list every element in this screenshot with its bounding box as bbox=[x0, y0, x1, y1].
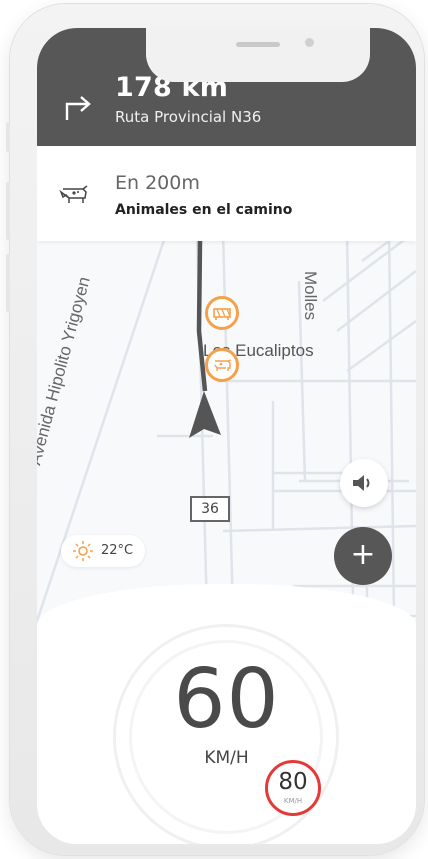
route-number-badge: 36 bbox=[190, 496, 230, 522]
current-speed: 60 bbox=[173, 652, 280, 747]
animal-marker[interactable] bbox=[205, 348, 239, 382]
speaker-icon bbox=[353, 475, 370, 491]
volume-down-button bbox=[6, 254, 10, 312]
cow-icon bbox=[214, 359, 232, 371]
speed-unit: KM/H bbox=[204, 748, 249, 768]
street-label-molles: Molles bbox=[301, 271, 320, 321]
speed-limit-value: 80 bbox=[278, 769, 308, 795]
weather-chip[interactable]: 22°C bbox=[61, 535, 145, 567]
alert-distance: En 200m bbox=[115, 172, 200, 194]
navigation-arrow-icon bbox=[189, 391, 221, 438]
app-screen: Avenida Hipolito Yrigoyen Molles Los Euc… bbox=[37, 28, 416, 844]
speed-limit-unit: KM/H bbox=[283, 797, 303, 805]
speedometer-panel: 60 KM/H 80 KM/H bbox=[37, 584, 416, 844]
speed-limit-sign: 80 KM/H bbox=[265, 760, 321, 816]
notch bbox=[146, 28, 370, 82]
sun-icon bbox=[73, 541, 93, 561]
front-camera bbox=[305, 38, 314, 47]
mute-switch bbox=[6, 122, 10, 152]
temperature-value: 22°C bbox=[101, 543, 134, 558]
turn-right-icon bbox=[65, 96, 91, 120]
road-works-icon bbox=[213, 308, 231, 320]
hazard-alert[interactable]: En 200m Animales en el camino bbox=[37, 146, 416, 241]
sound-button[interactable] bbox=[340, 459, 388, 507]
zoom-in-button[interactable]: + bbox=[334, 527, 392, 585]
speaker-grille bbox=[236, 42, 280, 47]
volume-up-button bbox=[6, 182, 10, 240]
cow-icon bbox=[59, 185, 88, 203]
current-road: Ruta Provincial N36 bbox=[115, 108, 262, 126]
alert-message: Animales en el camino bbox=[115, 202, 293, 218]
road-works-marker[interactable] bbox=[205, 296, 239, 330]
